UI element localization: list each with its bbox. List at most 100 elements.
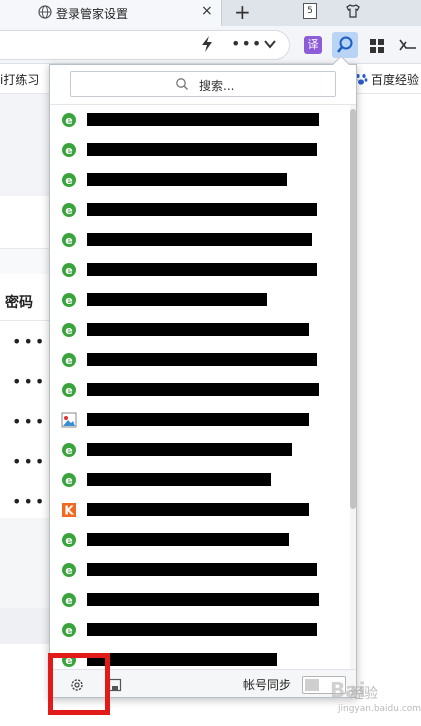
- redacted-site-name: [87, 473, 271, 486]
- ie-icon: e: [62, 533, 76, 547]
- page-section-band: [0, 248, 50, 274]
- saved-login-item[interactable]: e: [50, 255, 350, 285]
- ie-icon: e: [62, 323, 76, 337]
- bookmark-typing-practice[interactable]: i打练习: [0, 71, 39, 88]
- ie-icon: e: [62, 443, 76, 457]
- svg-text:e: e: [65, 294, 72, 307]
- saved-login-item[interactable]: e: [50, 195, 350, 225]
- ie-icon: e: [62, 173, 76, 187]
- svg-text:e: e: [65, 174, 72, 187]
- page-footer-band: [0, 518, 50, 608]
- account-sync-label: 帐号同步: [243, 678, 292, 692]
- watermark-text: 经验: [350, 686, 378, 702]
- redacted-site-name: [87, 323, 309, 336]
- more-options-icon[interactable]: •••: [231, 34, 262, 53]
- popup-search-input[interactable]: 搜索...: [70, 71, 336, 97]
- magnifier-icon: [337, 36, 353, 53]
- saved-login-item[interactable]: e: [50, 465, 350, 495]
- ie-icon: e: [62, 203, 76, 217]
- apps-grid-icon[interactable]: [369, 38, 385, 54]
- password-dots: •••: [12, 412, 47, 431]
- svg-text:e: e: [65, 144, 72, 157]
- scissors-icon[interactable]: [398, 36, 418, 54]
- svg-text:e: e: [65, 444, 72, 457]
- saved-login-item[interactable]: e: [50, 225, 350, 255]
- save-icon[interactable]: [108, 678, 122, 692]
- login-manager-popup: 搜索... eeeeeeeeeeeeKeeeee 帐号同步: [49, 55, 357, 698]
- watermark-url: jingyan.baidu.com: [338, 704, 421, 714]
- globe-icon: [38, 5, 52, 19]
- password-column-header: 密码: [5, 295, 33, 311]
- svg-text:K: K: [64, 504, 74, 518]
- search-icon: [176, 78, 188, 90]
- tab-title: 登录管家设置: [56, 7, 129, 21]
- tab-count-badge[interactable]: 5: [303, 3, 317, 19]
- saved-login-item[interactable]: e: [50, 285, 350, 315]
- ie-icon: e: [62, 263, 76, 277]
- chevron-down-icon[interactable]: [263, 38, 277, 50]
- svg-text:e: e: [65, 594, 72, 607]
- saved-login-item[interactable]: K: [50, 495, 350, 525]
- saved-login-item[interactable]: e: [50, 615, 350, 645]
- saved-login-item[interactable]: e: [50, 165, 350, 195]
- password-dots: •••: [12, 332, 47, 351]
- search-login-manager-button[interactable]: [332, 32, 358, 58]
- redacted-site-name: [87, 413, 309, 426]
- redacted-site-name: [87, 443, 292, 456]
- svg-text:e: e: [65, 324, 72, 337]
- redacted-site-name: [87, 653, 277, 666]
- search-placeholder: 搜索...: [199, 79, 235, 93]
- ie-icon: e: [62, 233, 76, 247]
- lightning-icon[interactable]: [199, 35, 215, 53]
- ie-icon: e: [62, 353, 76, 367]
- svg-text:e: e: [65, 264, 72, 277]
- redacted-site-name: [87, 383, 319, 396]
- password-dots: •••: [12, 492, 47, 511]
- redacted-site-name: [87, 533, 289, 546]
- svg-text:e: e: [65, 234, 72, 247]
- saved-login-item[interactable]: e: [50, 585, 350, 615]
- redacted-site-name: [87, 173, 287, 186]
- redacted-site-name: [87, 503, 309, 516]
- redacted-site-name: [87, 233, 312, 246]
- scrollbar-thumb[interactable]: [350, 109, 356, 509]
- redacted-site-name: [87, 593, 319, 606]
- photo-icon: [61, 412, 77, 428]
- ie-icon: e: [62, 623, 76, 637]
- saved-login-item[interactable]: e: [50, 435, 350, 465]
- redacted-site-name: [87, 563, 317, 576]
- ie-icon: e: [62, 113, 76, 127]
- bookmark-baidu-jingyan[interactable]: 百度经验: [371, 71, 419, 88]
- k-icon: K: [62, 503, 76, 518]
- redacted-site-name: [87, 143, 317, 156]
- new-tab-button[interactable]: +: [234, 0, 251, 24]
- saved-login-item[interactable]: e: [50, 375, 350, 405]
- skin-shirt-icon[interactable]: [345, 3, 361, 19]
- browser-toolbar: ••• 译: [0, 26, 421, 64]
- ie-icon: e: [62, 383, 76, 397]
- redacted-site-name: [87, 263, 317, 276]
- redacted-site-name: [87, 623, 317, 636]
- tab-strip: 登录管家设置 × + 5: [0, 0, 421, 26]
- saved-login-item[interactable]: e: [50, 315, 350, 345]
- saved-login-item[interactable]: [50, 405, 350, 435]
- redacted-site-name: [87, 353, 317, 366]
- ie-icon: e: [62, 593, 76, 607]
- saved-login-item[interactable]: e: [50, 525, 350, 555]
- redacted-site-name: [87, 203, 317, 216]
- ie-icon: e: [62, 143, 76, 157]
- saved-login-item[interactable]: e: [50, 105, 350, 135]
- settings-highlight-box: [48, 653, 110, 715]
- page-header-band: [0, 94, 50, 196]
- ie-icon: e: [62, 473, 76, 487]
- password-dots: •••: [12, 372, 47, 391]
- tab-login-manager-settings[interactable]: 登录管家设置 ×: [0, 0, 222, 26]
- tab-close-icon[interactable]: ×: [201, 3, 213, 19]
- saved-login-item[interactable]: e: [50, 135, 350, 165]
- translate-button[interactable]: 译: [304, 36, 322, 54]
- redacted-site-name: [87, 113, 319, 126]
- saved-login-item[interactable]: e: [50, 555, 350, 585]
- saved-login-item[interactable]: e: [50, 345, 350, 375]
- svg-text:e: e: [65, 384, 72, 397]
- svg-text:e: e: [65, 204, 72, 217]
